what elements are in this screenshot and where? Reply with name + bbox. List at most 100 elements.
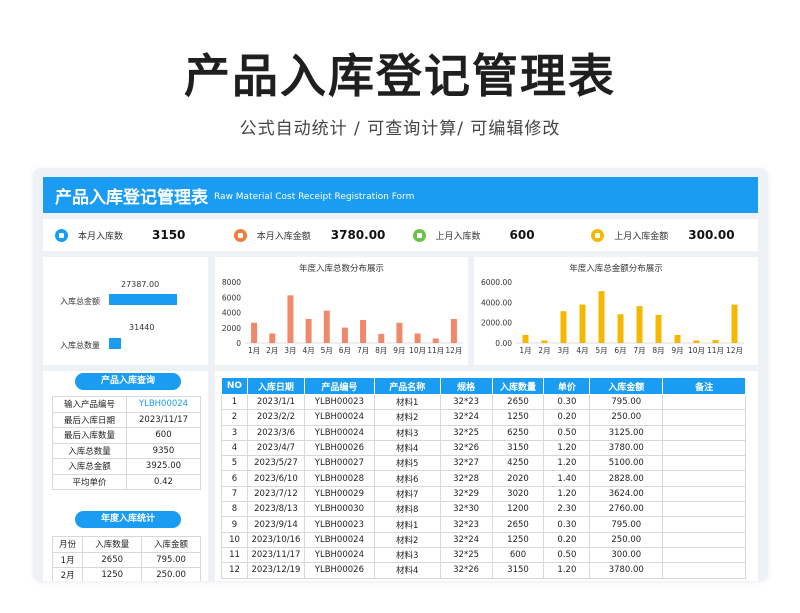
dashboard-banner: 产品入库登记管理表 Raw Material Cost Receipt Regi… [43,177,758,213]
main-table: NO 入库日期 产品编号 产品名称 规格 入库数量 单价 入库金额 备注 1 2023/1/1 YL… [221,377,746,579]
table-cell: 32*28 [439,470,493,487]
query-value: 0.42 [126,473,201,490]
table-cell: 5100.00 [589,455,664,472]
query-table: 输入产品编号 YLBH00024 最后入库日期 2023/11/17 最后入库数量 600… [52,396,201,490]
bar [269,333,276,343]
table-cell: 材料1 [373,516,441,533]
table-cell: YLBH00027 [303,455,375,472]
chart-svg: 0.00 2000.00 4000.00 6000.00 1月 2月 3月 4月 5月 6月 7月 8… [481,278,744,355]
total-amount-bar [109,294,177,305]
page-subtitle: 公式自动统计 / 可查询计算/ 可编辑修改 [239,119,561,139]
table-cell: 2650 [491,393,545,411]
x-tick-label: 3月 [284,346,296,355]
table-cell: 2650 [491,516,545,533]
table-cell: 4250 [491,455,545,472]
x-tick-label: 12月 [726,346,743,355]
table-cell: 2023/5/27 [246,455,305,472]
table-row[interactable]: 1 2023/1/1 YLBH00023 材料1 32*23 2650 0.30 795.00 [221,393,746,411]
kpi-value: 3780.00 [330,228,386,242]
table-cell: 32*26 [439,439,493,457]
total-amount-label: 入库总金额 [60,297,100,306]
table-cell: 材料6 [373,470,441,487]
table-cell: 12 [221,562,248,579]
table-cell: 300.00 [589,546,664,564]
y-tick-label: 0 [236,339,241,348]
table-cell: 材料1 [373,393,441,411]
table-cell [662,409,746,426]
table-cell: 1.20 [543,439,591,457]
table-cell: 0.50 [543,546,591,564]
bar [251,322,258,343]
table-cell [662,439,746,457]
table-row[interactable]: 3 2023/3/6 YLBH00024 材料3 32*25 6250 0.50 3125.0… [221,424,746,441]
bar [712,339,719,343]
table-row[interactable]: 6 2023/6/10 YLBH00028 材料6 32*28 2020 1.40 2828.… [221,470,746,487]
yearly-cell: 1250 [82,567,143,581]
table-cell: 32*25 [439,546,493,564]
yearly-row: 1月 2650 795.00 [51,551,201,568]
table-cell: 0.30 [543,393,591,411]
table-cell: 250.00 [589,409,664,426]
table-row[interactable]: 9 2023/9/14 YLBH00023 材料1 32*23 2650 0.30 795.0… [221,516,746,533]
query-key: 最后入库数量 [52,427,127,444]
x-tick-label: 5月 [595,346,607,355]
table-cell [662,470,746,487]
table-cell: 32*26 [439,562,493,579]
yearly-cell: 250.00 [141,567,201,581]
table-row[interactable]: 12 2023/12/19 YLBH00026 材料4 32*26 3150 1.20 378… [221,562,746,579]
query-key: 输入产品编号 [52,396,127,413]
table-cell: 11 [221,546,248,564]
y-tick-label: 2000 [222,324,241,333]
table-row[interactable]: 2 2023/2/2 YLBH00024 材料2 32*24 1250 0.20 250.00 [221,409,746,426]
table-cell: YLBH00024 [303,424,375,441]
table-cell: 32*23 [439,516,493,533]
query-row: 入库总金额 3925.00 [52,458,201,475]
table-row[interactable]: 10 2023/10/16 YLBH00024 材料2 32*24 1250 0.20 250… [221,531,746,548]
query-title-button[interactable]: 产品入库查询 [75,373,181,390]
x-tick-label: 5月 [321,346,333,355]
query-key: 入库总数量 [52,442,127,459]
table-cell: 0.50 [543,424,591,441]
total-qty-label: 入库总数量 [60,341,100,350]
table-cell: 1200 [491,501,545,518]
table-cell: 2023/4/7 [246,439,305,457]
x-tick-label: 3月 [557,346,569,355]
column-header: 入库金额 [589,377,664,395]
table-cell: 32*24 [439,531,493,548]
kpi-label: 本月入库金额 [256,231,311,242]
table-row[interactable]: 8 2023/8/13 YLBH00030 材料8 32*30 1200 2.30 2760.… [221,501,746,518]
table-cell [662,516,746,533]
y-tick-label: 4000 [222,309,241,318]
table-cell: 材料2 [373,409,441,426]
table-cell [662,531,746,548]
yearly-title-button[interactable]: 年度入库统计 [75,511,181,528]
query-row: 最后入库数量 600 [52,427,201,444]
x-tick-label: 7月 [633,346,645,355]
table-cell: 32*30 [439,501,493,518]
query-value: 600 [126,427,201,444]
table-cell: 8 [221,501,248,518]
table-row[interactable]: 5 2023/5/27 YLBH00027 材料5 32*27 4250 1.20 5100.… [221,455,746,472]
box-icon [412,228,426,242]
table-cell: 3 [221,424,248,441]
table-cell: 6 [221,470,248,487]
table-row[interactable]: 7 2023/7/12 YLBH00029 材料7 32*29 3020 1.20 3624.… [221,485,746,503]
yearly-cell: 1月 [51,551,84,568]
table-cell: 2760.00 [589,501,664,518]
total-amount-value: 27387.00 [121,280,160,289]
bar [674,334,681,343]
table-cell: 0.20 [543,531,591,548]
table-cell: 4 [221,439,248,457]
bar [360,319,367,343]
product-code-input[interactable]: YLBH00024 [126,396,201,413]
query-panel: 产品入库查询 输入产品编号 YLBH00024 最后入库日期 2023/11/17 最后… [43,371,208,581]
table-cell: 2023/2/2 [246,409,305,426]
y-tick-label: 2000.00 [481,319,512,328]
table-row[interactable]: 4 2023/4/7 YLBH00026 材料4 32*26 3150 1.20 3780.0… [221,439,746,457]
table-row[interactable]: 11 2023/11/17 YLBH00024 材料3 32*25 600 0.50 300.… [221,546,746,564]
table-cell: YLBH00024 [303,409,375,426]
banner-subtitle-en: Raw Material Cost Receipt Registration F… [214,192,415,202]
table-cell: 2 [221,409,248,426]
table-cell: YLBH00028 [303,470,375,487]
table-cell: 材料5 [373,455,441,472]
